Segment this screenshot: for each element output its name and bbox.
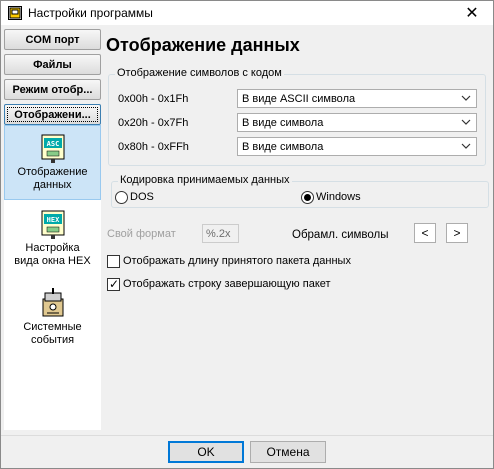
svg-text:HEX: HEX	[46, 216, 59, 224]
own-format-label: Свой формат	[107, 228, 176, 240]
symbols-0x00-select[interactable]: В виде ASCII символа	[237, 89, 477, 108]
title-bar: Настройки программы ✕	[1, 1, 493, 25]
nav-panel: ASC Отображение данных HEX Настройка вид…	[4, 125, 101, 430]
system-events-icon	[42, 288, 63, 317]
frame-left-button[interactable]: <	[414, 223, 436, 243]
encoding-group-legend: Кодировка принимаемых данных	[118, 174, 292, 186]
nav-item-system-events[interactable]: Системные события	[4, 287, 101, 357]
range-label: 0x80h - 0xFFh	[118, 141, 189, 153]
cancel-button[interactable]: Отмена	[250, 441, 326, 463]
app-icon	[8, 6, 22, 20]
ok-button-label: OK	[197, 445, 215, 459]
windows-radio[interactable]	[301, 191, 314, 204]
close-button[interactable]: ✕	[451, 1, 493, 25]
hex-icon: HEX	[41, 210, 64, 239]
own-format-input[interactable]: %.2x	[202, 224, 239, 243]
symbols-0x80-select[interactable]: В виде символа	[237, 137, 477, 156]
symbols-0x20-select[interactable]: В виде символа	[237, 113, 477, 132]
frame-symbols-label: Обрамл. символы	[292, 229, 389, 241]
range-label: 0x00h - 0x1Fh	[118, 93, 189, 105]
nav-button-com-port[interactable]: COM порт	[4, 29, 101, 50]
frame-left-value: <	[421, 226, 429, 240]
nav-item-label: Отображение	[17, 166, 88, 178]
nav-button-label: Отображени...	[14, 108, 91, 121]
cancel-button-label: Отмена	[266, 445, 310, 459]
own-format-value: %.2x	[206, 228, 231, 240]
nav-item-label: Системные	[23, 321, 82, 333]
nav-button-label: Файлы	[33, 58, 72, 71]
nav-button-label: Режим отобр...	[12, 83, 93, 96]
svg-text:ASC: ASC	[46, 140, 59, 148]
nav-button-display-mode[interactable]: Режим отобр...	[4, 79, 101, 100]
select-value: В виде символа	[242, 117, 324, 129]
nav-item-data-display[interactable]: ASC Отображение данных	[4, 125, 101, 200]
symbols-group-legend: Отображение символов с кодом	[115, 67, 284, 79]
nav-item-label: вида окна HEX	[14, 255, 91, 267]
nav-item-hex-view[interactable]: HEX Настройка вида окна HEX	[4, 210, 101, 280]
show-packet-length-label: Отображать длину принятого пакета данных	[123, 255, 351, 267]
encoding-groupbox: Кодировка принимаемых данных	[111, 174, 489, 208]
show-terminator-checkbox[interactable]: ✓	[107, 277, 120, 291]
frame-right-button[interactable]: >	[446, 223, 468, 243]
page-title: Отображение данных	[106, 35, 300, 55]
dos-radio-label: DOS	[130, 191, 154, 203]
nav-button-files[interactable]: Файлы	[4, 54, 101, 75]
nav-item-label: данных	[33, 179, 72, 191]
select-value: В виде ASCII символа	[242, 93, 356, 105]
windows-radio-label: Windows	[316, 191, 361, 203]
footer-divider	[1, 435, 493, 436]
show-packet-length-checkbox[interactable]	[107, 255, 120, 268]
asc-icon: ASC	[41, 134, 64, 163]
select-value: В виде символа	[242, 141, 324, 153]
frame-right-value: >	[453, 226, 461, 240]
chevron-down-icon	[461, 119, 471, 125]
close-icon: ✕	[465, 5, 479, 22]
nav-button-data-display[interactable]: Отображени...	[4, 104, 101, 125]
dos-radio[interactable]	[115, 191, 128, 204]
chevron-down-icon	[461, 143, 471, 149]
nav-item-label: Настройка	[25, 242, 80, 254]
chevron-down-icon	[461, 95, 471, 101]
ok-button[interactable]: OK	[168, 441, 244, 463]
nav-button-label: COM порт	[25, 33, 80, 46]
window-title: Настройки программы	[28, 6, 153, 20]
range-label: 0x20h - 0x7Fh	[118, 117, 189, 129]
nav-item-label: события	[30, 334, 75, 346]
show-terminator-label: Отображать строку завершающую пакет	[123, 278, 331, 290]
check-icon: ✓	[109, 277, 120, 291]
settings-window: Настройки программы ✕ COM порт Файлы Реж…	[0, 0, 494, 469]
